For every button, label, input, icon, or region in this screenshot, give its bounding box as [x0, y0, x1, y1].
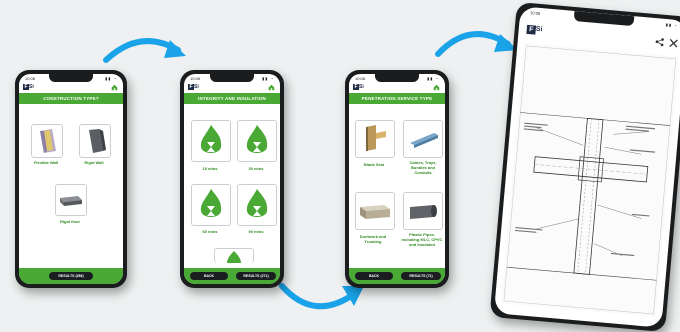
flame-timer-icon: [246, 189, 268, 217]
bottom-bar: RESULTS (286): [19, 268, 123, 284]
results-button[interactable]: RESULTS (71): [401, 272, 441, 280]
home-icon[interactable]: [111, 84, 118, 91]
tile-label: Ductwork and Trunking: [359, 234, 387, 244]
tile-label: Blank Seal: [363, 162, 385, 167]
phone-drawing-viewer: 10:08 ▮▮ ◔ F Si: [489, 1, 680, 332]
phone-integrity-insulation: 10:08 ▮▮ ◔ FSi INTEGRITY AND INSULATION …: [180, 70, 284, 288]
tile-blank-seal[interactable]: [355, 120, 395, 158]
page-title: INTEGRITY AND INSULATION: [184, 93, 280, 104]
flame-timer-icon: [200, 189, 222, 217]
tile-partial[interactable]: [214, 248, 254, 263]
tile-30-mins[interactable]: [237, 120, 277, 162]
rigid-wall-icon: [89, 129, 106, 153]
status-time: 10:08: [190, 76, 201, 81]
tile-rigid-floor[interactable]: [55, 184, 87, 216]
share-icon[interactable]: [655, 37, 665, 47]
cables-icon: [410, 133, 438, 148]
tile-label: Rigid floor: [60, 219, 80, 224]
bottom-bar: BACK RESULTS (271): [184, 268, 280, 284]
flame-timer-icon: [227, 251, 241, 263]
bottom-bar: BACK RESULTS (71): [349, 268, 445, 284]
tile-label: 15 mins: [202, 166, 218, 171]
tile-label: Flexible Wall: [33, 160, 59, 165]
section-drawing-image: [503, 45, 677, 315]
tile-60-mins[interactable]: [191, 184, 231, 226]
status-time: 10:08: [530, 10, 541, 16]
back-button[interactable]: BACK: [355, 272, 393, 280]
app-bar: FSi: [184, 83, 280, 92]
tile-ductwork[interactable]: [355, 192, 395, 230]
signal-icon: ▮▮ ◔: [427, 76, 439, 81]
phone-screen: 10:08 ▮▮ ◔ FSi PENETRATION SERVICE TYPE …: [349, 74, 445, 284]
flame-timer-icon: [246, 125, 268, 153]
tile-90-mins[interactable]: [237, 184, 277, 226]
phone-screen: 10:08 ▮▮ ◔ F Si: [493, 6, 680, 328]
tile-label: 90 mins: [248, 229, 264, 234]
tile-flexible-wall[interactable]: [31, 124, 63, 158]
phone-penetration-service: 10:08 ▮▮ ◔ FSi PENETRATION SERVICE TYPE …: [345, 70, 449, 288]
flame-timer-icon: [200, 125, 222, 153]
notch: [375, 74, 419, 82]
arrow-2-icon: [435, 31, 518, 57]
fsi-logo: FSi: [353, 84, 364, 90]
close-icon[interactable]: [669, 38, 679, 48]
arrow-1-icon: [103, 38, 186, 63]
tile-15-mins[interactable]: [191, 120, 231, 162]
fsi-logo: FSi: [188, 84, 199, 90]
tile-label: 60 mins: [202, 229, 218, 234]
tile-label: Plastic Pipes, Including MLC, CPVC and I…: [401, 232, 443, 247]
status-time: 10:08: [25, 76, 36, 81]
page-title: PENETRATION SERVICE TYPE: [349, 93, 445, 104]
status-time: 10:08: [355, 76, 366, 81]
notch: [210, 74, 254, 82]
plastic-pipe-icon: [410, 205, 437, 219]
phone-construction-type: 10:08 ▮▮ ◔ FSi CONSTRUCTION TYPE? Flexib…: [15, 70, 127, 288]
technical-drawing[interactable]: [500, 42, 679, 318]
phone-screen: 10:08 ▮▮ ◔ FSi CONSTRUCTION TYPE? Flexib…: [19, 74, 123, 284]
fsi-logo: FSi: [526, 24, 548, 35]
phone-screen: 10:08 ▮▮ ◔ FSi INTEGRITY AND INSULATION …: [184, 74, 280, 284]
tile-label: Cables, Trays, Bundles and Conduits: [409, 160, 437, 175]
results-button[interactable]: RESULTS (286): [49, 272, 93, 280]
app-bar: FSi: [19, 83, 123, 92]
results-button[interactable]: RESULTS (271): [236, 272, 276, 280]
tile-cables[interactable]: [403, 120, 443, 158]
tile-rigid-wall[interactable]: [79, 124, 111, 158]
signal-icon: ▮▮ ◔: [262, 76, 274, 81]
tile-plastic-pipes[interactable]: [403, 192, 443, 230]
ductwork-icon: [360, 205, 390, 219]
fsi-logo: FSi: [23, 84, 34, 90]
home-icon[interactable]: [433, 84, 440, 91]
notch: [573, 10, 635, 27]
tile-label: 30 mins: [248, 166, 264, 171]
notch: [49, 74, 93, 82]
signal-icon: ▮▮ ◔: [665, 21, 678, 29]
signal-icon: ▮▮ ◔: [105, 76, 117, 81]
rigid-floor-icon: [60, 196, 82, 206]
flexible-wall-icon: [40, 129, 56, 153]
blank-seal-icon: [366, 125, 386, 151]
tile-label: Rigid Wall: [84, 160, 104, 165]
back-button[interactable]: BACK: [190, 272, 228, 280]
page-title: CONSTRUCTION TYPE?: [19, 93, 123, 104]
app-bar: FSi: [349, 83, 445, 92]
home-icon[interactable]: [268, 84, 275, 91]
